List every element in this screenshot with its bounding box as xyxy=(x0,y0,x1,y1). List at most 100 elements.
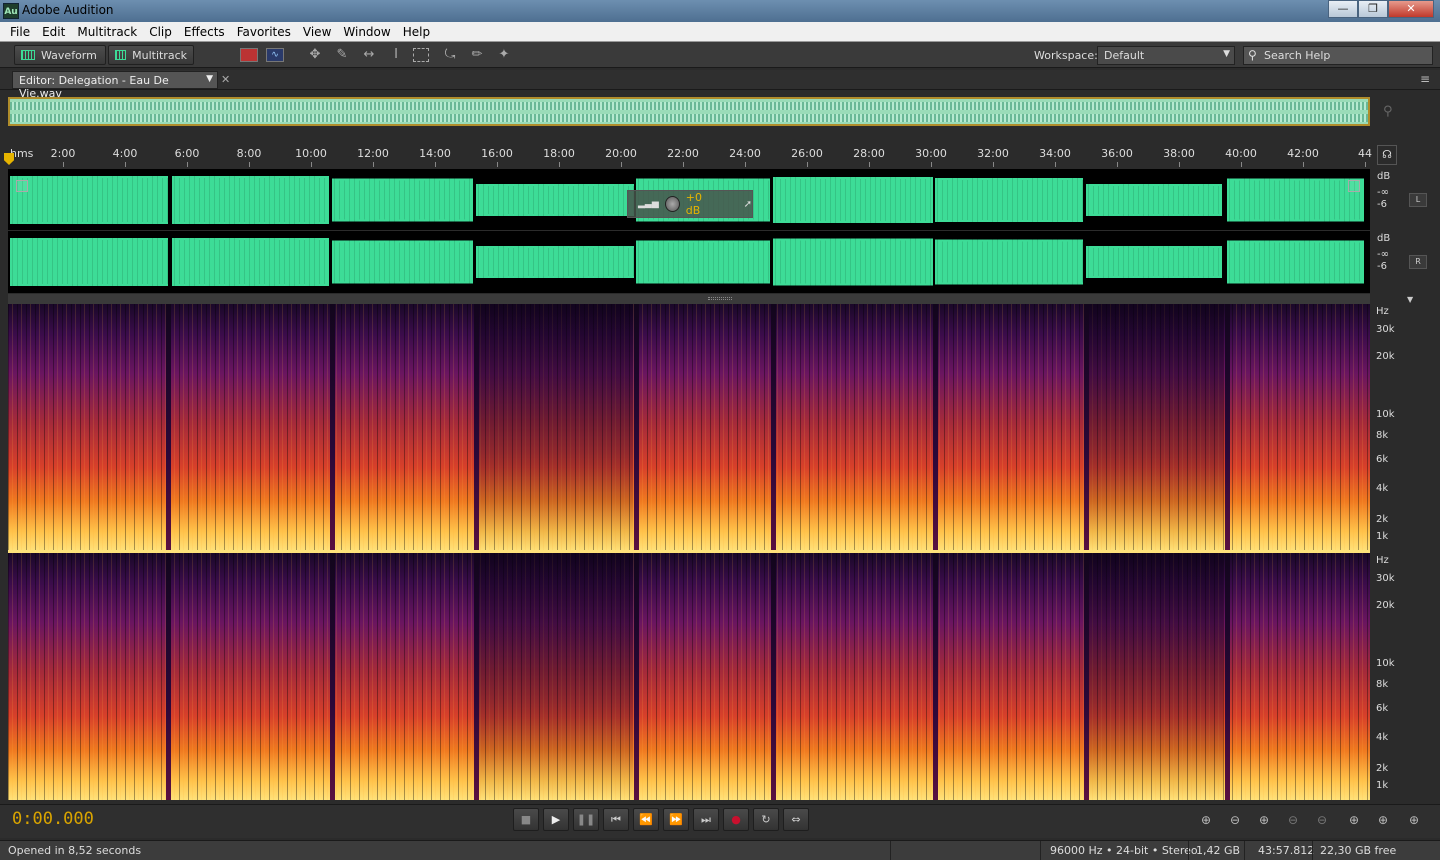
marquee-selection-tool-icon[interactable] xyxy=(413,48,429,62)
menu-view[interactable]: View xyxy=(297,25,337,39)
menu-window[interactable]: Window xyxy=(337,25,396,39)
zoom-in-time-icon[interactable]: ⊕ xyxy=(1252,810,1276,830)
channel-left-toggle[interactable]: L xyxy=(1409,193,1427,207)
zoom-out-full-icon[interactable]: ⊖ xyxy=(1310,810,1334,830)
slip-tool-icon[interactable]: ↔ xyxy=(359,46,379,64)
spectral-pitch-display-icon[interactable]: ∿ xyxy=(266,48,284,62)
ruler-tick xyxy=(621,162,622,167)
fast-forward-button[interactable]: ⏩ xyxy=(663,808,689,831)
spectral-track-gap xyxy=(933,304,938,551)
spectral-display-right[interactable] xyxy=(8,553,1370,800)
menu-clip[interactable]: Clip xyxy=(143,25,178,39)
fade-in-handle[interactable] xyxy=(16,180,28,192)
ruler-tick xyxy=(1117,162,1118,167)
hz-tick-label: 2k xyxy=(1376,514,1389,525)
volume-knob[interactable] xyxy=(664,196,680,212)
zoom-navigator-icon[interactable]: ⚲ xyxy=(1383,104,1393,119)
menu-effects[interactable]: Effects xyxy=(178,25,231,39)
waveform-segment xyxy=(10,175,168,224)
search-help-input[interactable]: ⚲ Search Help xyxy=(1243,46,1433,65)
collapse-triangle-icon[interactable]: ▼ xyxy=(1407,295,1413,304)
waveform-channel-right[interactable] xyxy=(8,231,1370,293)
spectral-track-gap xyxy=(1084,553,1089,800)
spectral-quiet-region xyxy=(1088,304,1223,551)
db-tick: -∞ xyxy=(1377,187,1389,198)
fade-out-handle[interactable] xyxy=(1348,180,1360,192)
level-meter-icon: ▂▃▅ xyxy=(638,199,659,209)
ruler-tick xyxy=(249,162,250,167)
chevron-down-icon: ▼ xyxy=(1223,49,1230,59)
hz-tick-label: 1k xyxy=(1376,531,1389,542)
stop-button[interactable]: ■ xyxy=(513,808,539,831)
hz-tick-label: 8k xyxy=(1376,679,1389,690)
zoom-out-time-icon[interactable]: ⊖ xyxy=(1281,810,1305,830)
pause-button[interactable]: ❚❚ xyxy=(573,808,599,831)
minimize-button[interactable]: — xyxy=(1328,0,1358,18)
hz-tick-label: 30k xyxy=(1376,324,1395,335)
loop-playback-button[interactable]: ↻ xyxy=(753,808,779,831)
skip-selection-button[interactable]: ⇔ xyxy=(783,808,809,831)
ruler-tick xyxy=(435,162,436,167)
volume-hud[interactable]: ▂▃▅ +0 dB ➚ xyxy=(627,190,753,218)
sample-format: 96000 Hz • 24-bit • Stereo xyxy=(1050,844,1198,857)
multitrack-view-label: Multitrack xyxy=(132,48,187,62)
waveform-segment xyxy=(935,177,1083,222)
overview-waveform-right xyxy=(10,114,1368,122)
menu-edit[interactable]: Edit xyxy=(36,25,71,39)
headphones-icon[interactable]: ☊ xyxy=(1377,145,1397,165)
spectral-display-left[interactable] xyxy=(8,304,1370,551)
razor-tool-icon[interactable]: ✎ xyxy=(332,46,352,64)
zoom-selection-icon[interactable]: ⊕ xyxy=(1371,810,1395,830)
rewind-button[interactable]: ⏪ xyxy=(633,808,659,831)
time-selection-tool-icon[interactable]: I xyxy=(386,46,406,64)
editor-file-select[interactable]: Editor: Delegation - Eau De Vie.wav ▼ xyxy=(12,71,218,100)
ruler-tick-label: 30:00 xyxy=(915,147,947,160)
spectral-frequency-display-icon[interactable] xyxy=(240,48,258,62)
workspace-select[interactable]: Default ▼ xyxy=(1097,46,1235,65)
menu-multitrack[interactable]: Multitrack xyxy=(71,25,143,39)
go-to-end-button[interactable]: ⏭ xyxy=(693,808,719,831)
menu-file[interactable]: File xyxy=(4,25,36,39)
spectral-track-gap xyxy=(166,553,171,800)
db-scale-right: dB -∞ -6 xyxy=(1377,233,1390,273)
play-button[interactable]: ▶ xyxy=(543,808,569,831)
view-divider[interactable] xyxy=(8,294,1370,304)
menu-favorites[interactable]: Favorites xyxy=(231,25,297,39)
waveform-segment xyxy=(476,246,634,278)
time-ruler[interactable]: 2:00 4:00 6:00 8:00 10:00 12:00 14:00 16:00 18:0… xyxy=(8,143,1372,167)
waveform-icon xyxy=(21,50,35,60)
channel-right-toggle[interactable]: R xyxy=(1409,255,1427,269)
waveform-segment xyxy=(332,178,473,221)
close-tab-icon[interactable]: ✕ xyxy=(221,73,230,86)
spot-healing-brush-tool-icon[interactable]: ✦ xyxy=(494,46,514,64)
zoom-in-amplitude-icon[interactable]: ⊕ xyxy=(1194,810,1218,830)
close-button[interactable]: ✕ xyxy=(1388,0,1434,18)
spectral-quiet-region xyxy=(478,553,633,800)
move-tool-icon[interactable]: ✥ xyxy=(305,46,325,64)
paintbrush-selection-tool-icon[interactable]: ✏ xyxy=(467,46,487,64)
menu-bar: File Edit Multitrack Clip Effects Favori… xyxy=(0,22,1440,42)
divider-grip[interactable] xyxy=(708,297,732,300)
pin-icon[interactable]: ➚ xyxy=(744,199,752,210)
current-time-display[interactable]: 0:00.000 xyxy=(12,809,94,829)
panel-menu-icon[interactable]: ≡ xyxy=(1420,72,1430,86)
hz-tick-label: 6k xyxy=(1376,703,1389,714)
waveform-view-button[interactable]: Waveform xyxy=(14,45,106,65)
maximize-button[interactable]: ❐ xyxy=(1358,0,1388,18)
overview-navigator[interactable] xyxy=(8,97,1370,126)
hz-tick-label: 30k xyxy=(1376,573,1395,584)
zoom-fit-icon[interactable]: ⊕ xyxy=(1402,810,1426,830)
lasso-selection-tool-icon[interactable]: ⤿ xyxy=(440,46,460,64)
app-window: Au Adobe Audition — ❐ ✕ File Edit Multit… xyxy=(0,0,1440,860)
go-to-start-button[interactable]: ⏮ xyxy=(603,808,629,831)
ruler-tick xyxy=(187,162,188,167)
spectral-track-gap xyxy=(474,304,479,551)
ruler-tick-label: 32:00 xyxy=(977,147,1009,160)
status-message: Opened in 8,52 seconds xyxy=(8,844,142,857)
multitrack-view-button[interactable]: Multitrack xyxy=(108,45,194,65)
zoom-out-amplitude-icon[interactable]: ⊖ xyxy=(1223,810,1247,830)
record-button[interactable]: ● xyxy=(723,808,749,831)
zoom-in-point-icon[interactable]: ⊕ xyxy=(1342,810,1366,830)
menu-help[interactable]: Help xyxy=(397,25,436,39)
spectral-track-gap xyxy=(474,553,479,800)
